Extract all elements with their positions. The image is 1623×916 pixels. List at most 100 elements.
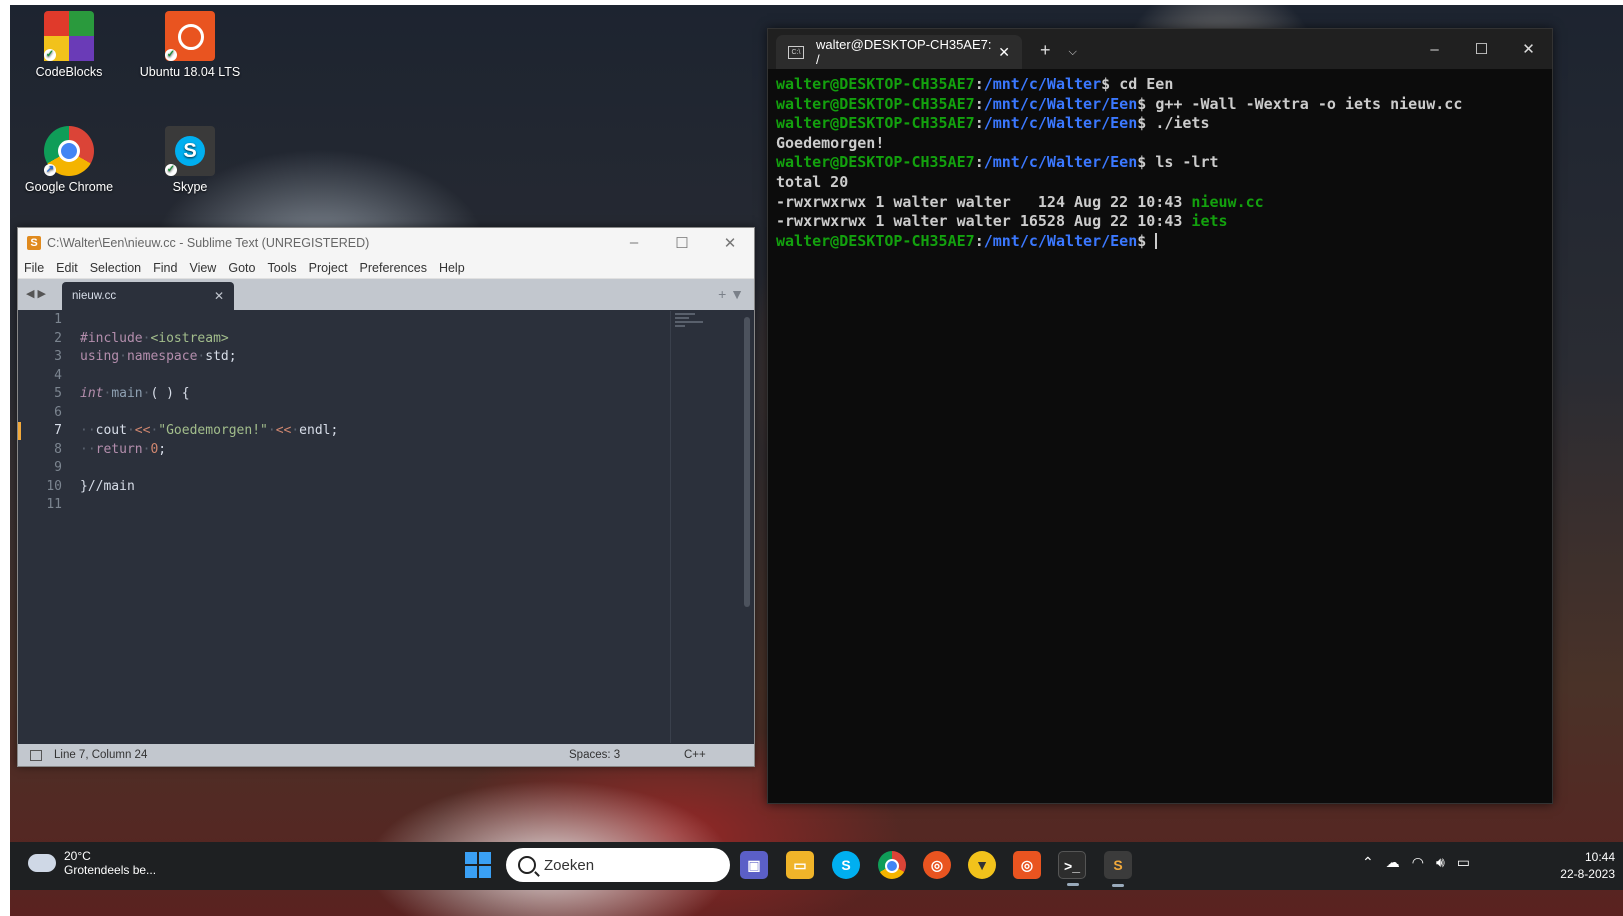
prompt-path: /mnt/c/Walter/Een [983, 153, 1138, 172]
clock-date: 22-8-2023 [1560, 867, 1615, 881]
taskbar: 20°C Grotendeels be... Zoeken ▣ ▭ S ◎ ▼ … [10, 842, 1623, 890]
desktop: ✓ CodeBlocks ✓ Ubuntu 18.04 LTS ↗ Google… [10, 5, 1623, 916]
menu-goto[interactable]: Goto [222, 261, 261, 275]
minimize-button[interactable]: – [610, 234, 658, 252]
teams-icon[interactable]: ▣ [740, 851, 768, 879]
search-icon [518, 856, 536, 874]
menu-help[interactable]: Help [433, 261, 471, 275]
chevron-down-icon[interactable]: ⌵ [1069, 46, 1077, 59]
menu-edit[interactable]: Edit [50, 261, 84, 275]
menu-tools[interactable]: Tools [261, 261, 302, 275]
tab-close-icon[interactable]: ✕ [214, 289, 224, 303]
taskbar-clock[interactable]: 10:44 22-8-2023 [1560, 849, 1615, 883]
desktop-icon-label: Skype [172, 180, 208, 194]
code-line: using·namespace·std; [80, 349, 237, 364]
sublime-taskbar-icon[interactable]: S [1104, 851, 1132, 887]
desktop-icon-skype[interactable]: S ✓ Skype [135, 126, 245, 194]
menu-view[interactable]: View [183, 261, 222, 275]
sublime-menubar: File Edit Selection Find View Goto Tools… [18, 257, 754, 279]
chevron-up-icon[interactable]: ⌃ [1362, 854, 1374, 871]
tab-nav-arrows-icon[interactable]: ◀▶ [26, 287, 49, 300]
taskbar-search[interactable]: Zoeken [506, 848, 730, 882]
terminal-line: -rwxrwxrwx 1 walter walter 16528 Aug 22 … [776, 212, 1544, 232]
code-line: ··return·0; [80, 441, 167, 457]
terminal-line: walter@DESKTOP-CH35AE7:/mnt/c/Walter/Een… [776, 94, 1463, 113]
ubuntu-2204-taskbar-icon[interactable]: ◎ [1013, 851, 1041, 879]
prompt-user: walter@DESKTOP-CH35AE7 [776, 75, 975, 93]
windows-logo-icon [465, 852, 477, 864]
line-number: 10 [46, 478, 62, 494]
output-text: -rwxrwxrwx 1 walter walter 16528 Aug 22 … [776, 212, 1192, 231]
line-number: 8 [54, 441, 62, 457]
prompt-user: walter@DESKTOP-CH35AE7 [776, 114, 975, 133]
line-number: 4 [54, 367, 62, 383]
terminal-taskbar-icon[interactable]: >_ [1058, 851, 1086, 886]
terminal-line: total 20 [776, 173, 1544, 193]
close-tab-icon[interactable]: ✕ [998, 44, 1010, 61]
panel-toggle-icon[interactable] [30, 749, 42, 761]
terminal-output[interactable]: walter@DESKTOP-CH35AE7:/mnt/c/Walter$ cd… [768, 69, 1552, 257]
command-text: g++ -Wall -Wextra -o iets nieuw.cc [1155, 94, 1463, 113]
weather-widget[interactable]: 20°C Grotendeels be... [24, 849, 157, 877]
command-text: cd Een [1119, 75, 1174, 93]
menu-find[interactable]: Find [147, 261, 183, 275]
output-text: Goedemorgen! [776, 133, 885, 152]
vpn-shield-icon[interactable]: ▼ [968, 851, 996, 879]
sublime-window: S C:\Walter\Een\nieuw.cc - Sublime Text … [17, 227, 755, 767]
weather-description: Grotendeels be... [64, 863, 157, 877]
terminal-line: -rwxrwxrwx 1 walter walter 124 Aug 22 10… [776, 193, 1544, 213]
syntax-setting[interactable]: C++ [684, 749, 706, 761]
tab-nieuw-cc[interactable]: nieuw.cc ✕ [62, 282, 234, 310]
start-button[interactable] [465, 852, 491, 878]
minimize-button[interactable]: – [1411, 41, 1458, 58]
weather-temperature: 20°C [64, 849, 91, 863]
close-button[interactable]: ✕ [1505, 40, 1552, 58]
ubuntu-taskbar-icon[interactable]: ◎ [923, 851, 951, 879]
minimap[interactable] [670, 311, 741, 743]
terminal-line: walter@DESKTOP-CH35AE7:/mnt/c/Walter/Een… [776, 114, 1210, 133]
menu-selection[interactable]: Selection [84, 261, 147, 275]
sublime-titlebar[interactable]: S C:\Walter\Een\nieuw.cc - Sublime Text … [18, 228, 754, 257]
terminal-tab-icon: C:\ [788, 45, 804, 59]
code-editor[interactable]: 1 2 3 4 5 6 7 8 9 10 11 #include·<iostream> using·… [18, 311, 754, 743]
onedrive-cloud-icon[interactable]: ☁ [1386, 854, 1400, 871]
code-line: int·main·( ) { [80, 386, 190, 401]
battery-icon[interactable]: ▭ [1457, 854, 1470, 871]
codeblocks-icon: ✓ [44, 11, 94, 61]
menu-file[interactable]: File [18, 261, 50, 275]
code-content[interactable]: #include·<iostream> using·namespace·std;… [80, 311, 338, 515]
desktop-icon-chrome[interactable]: ↗ Google Chrome [14, 126, 124, 194]
file-explorer-icon[interactable]: ▭ [786, 851, 814, 879]
desktop-icon-label: Ubuntu 18.04 LTS [139, 65, 241, 79]
menu-project[interactable]: Project [303, 261, 354, 275]
terminal-tabbar[interactable]: C:\ walter@DESKTOP-CH35AE7: / ✕ + ⌵ – ☐ … [768, 29, 1552, 69]
menu-preferences[interactable]: Preferences [354, 261, 433, 275]
maximize-button[interactable]: ☐ [658, 234, 706, 252]
output-text: total 20 [776, 172, 849, 191]
line-number: 11 [46, 497, 62, 512]
line-number: 3 [54, 349, 62, 364]
code-line: ··cout·<<·"Goedemorgen!"·<<·endl; [80, 423, 339, 438]
desktop-icon-codeblocks[interactable]: ✓ CodeBlocks [14, 11, 124, 79]
skype-taskbar-icon[interactable]: S [832, 851, 860, 879]
new-tab-icon[interactable]: + [1040, 40, 1051, 61]
indentation-setting[interactable]: Spaces: 3 [569, 749, 620, 761]
new-tab-icon[interactable]: + ▼ [718, 286, 744, 302]
chrome-taskbar-icon[interactable] [878, 851, 906, 879]
vertical-scrollbar[interactable] [744, 317, 750, 607]
terminal-tab[interactable]: C:\ walter@DESKTOP-CH35AE7: / ✕ [776, 35, 1022, 69]
desktop-icon-label: Google Chrome [24, 180, 114, 194]
volume-icon[interactable]: 🔊︎ [1436, 854, 1445, 871]
search-placeholder: Zoeken [544, 856, 595, 874]
maximize-button[interactable]: ☐ [1458, 40, 1505, 58]
code-line: #include·<iostream> [80, 330, 229, 346]
desktop-icon-ubuntu[interactable]: ✓ Ubuntu 18.04 LTS [135, 11, 245, 79]
prompt-path: /mnt/c/Walter/Een [983, 114, 1138, 133]
wifi-icon[interactable]: ◠ [1412, 854, 1424, 871]
close-button[interactable]: ✕ [706, 234, 754, 252]
command-text: ls -lrt [1155, 153, 1219, 172]
